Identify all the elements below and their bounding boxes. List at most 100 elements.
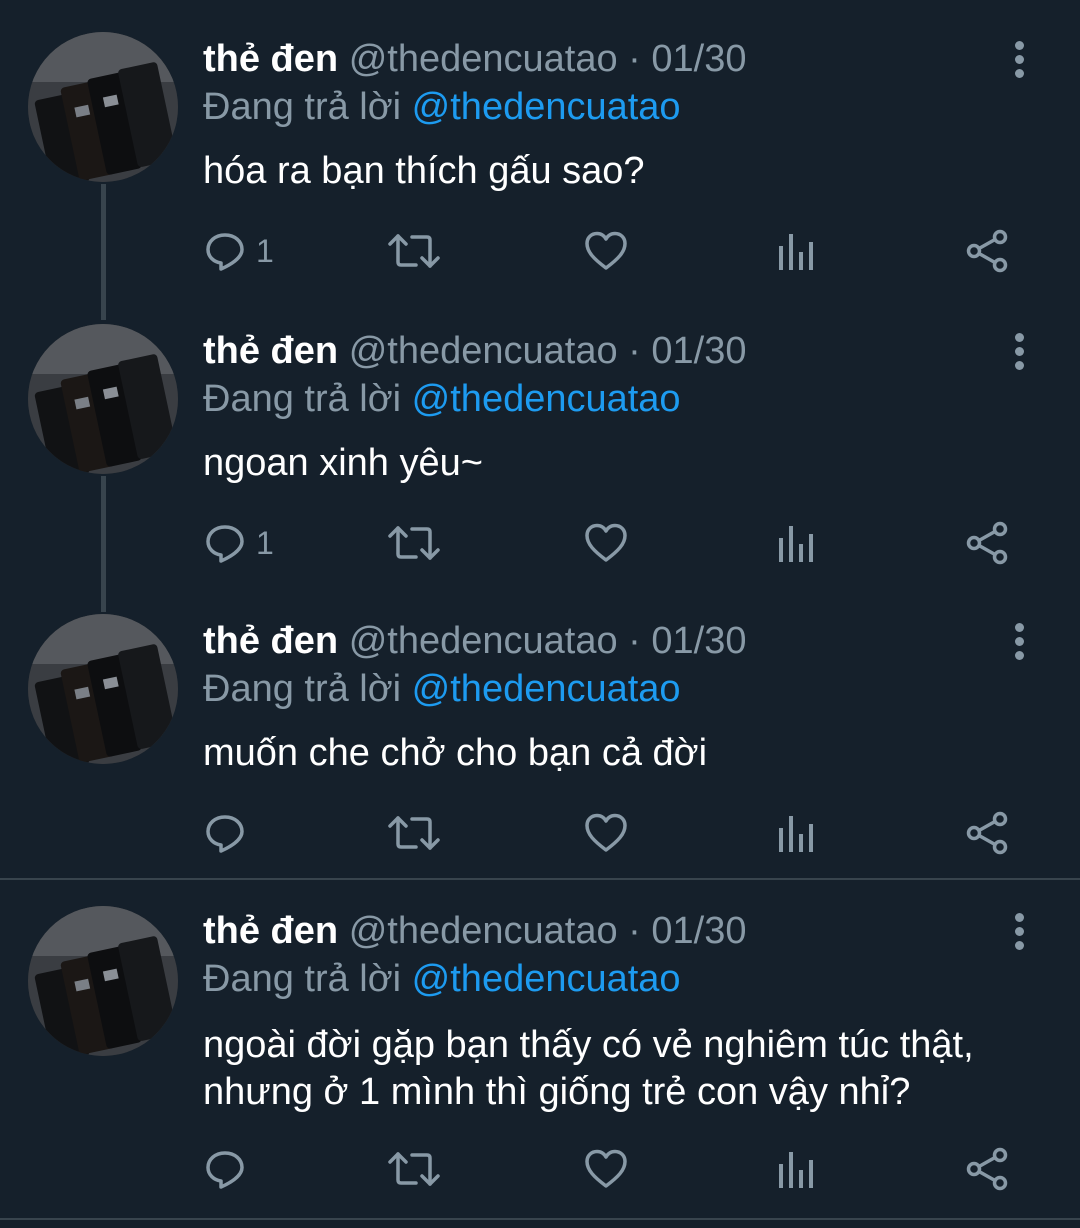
share-icon [966, 1147, 1008, 1191]
more-options-button[interactable] [1006, 36, 1032, 82]
share-icon [966, 229, 1008, 273]
reply-icon [206, 815, 244, 853]
avatar-image [28, 906, 178, 1056]
avatar[interactable] [28, 324, 178, 474]
replying-to-label: Đang trả lời [203, 378, 402, 420]
reply-icon [206, 525, 244, 563]
analytics-icon [779, 526, 813, 562]
share-button[interactable] [965, 808, 1009, 858]
separator: · [628, 330, 641, 372]
more-options-button[interactable] [1006, 908, 1032, 954]
avatar[interactable] [28, 614, 178, 764]
tweet-text: ngoan xinh yêu~ [203, 442, 483, 484]
tweet-header: thẻ đen @thedencuatao · 01/30 [203, 36, 746, 82]
reply-icon [206, 1151, 244, 1189]
tweet-actions: 1 [0, 518, 1080, 568]
share-button[interactable] [965, 226, 1009, 276]
analytics-icon [779, 816, 813, 852]
replying-to: Đang trả lời @thedencuatao [203, 84, 681, 130]
more-vertical-icon [1014, 40, 1024, 50]
timestamp[interactable]: 01/30 [651, 910, 746, 952]
display-name[interactable]: thẻ đen [203, 330, 338, 372]
heart-icon [585, 813, 627, 852]
analytics-icon [779, 234, 813, 270]
tweet-text: ngoài đời gặp bạn thấy có vẻ nghiêm túc … [203, 1024, 974, 1113]
analytics-icon [779, 1152, 813, 1188]
separator: · [628, 620, 641, 662]
tweet[interactable]: thẻ đen @thedencuatao · 01/30 Đang trả l… [0, 0, 1080, 320]
retweet-button[interactable] [386, 226, 442, 276]
display-name[interactable]: thẻ đen [203, 910, 338, 952]
retweet-button[interactable] [386, 808, 442, 858]
reply-button[interactable]: 1 [204, 226, 274, 276]
replying-to-label: Đang trả lời [203, 958, 402, 1000]
tweet-actions [0, 1144, 1080, 1194]
heart-icon [585, 523, 627, 562]
retweet-icon [388, 526, 440, 560]
heart-icon [585, 231, 627, 270]
retweet-button[interactable] [386, 1144, 442, 1194]
more-vertical-icon [1014, 622, 1024, 632]
tweet[interactable]: thẻ đen @thedencuatao · 01/30 Đang trả l… [0, 874, 1080, 1218]
like-button[interactable] [584, 518, 628, 568]
share-button[interactable] [965, 518, 1009, 568]
replying-to: Đang trả lời @thedencuatao [203, 956, 681, 1002]
retweet-icon [388, 816, 440, 850]
tweet[interactable]: thẻ đen @thedencuatao · 01/30 Đang trả l… [0, 292, 1080, 612]
replying-to: Đang trả lời @thedencuatao [203, 666, 681, 712]
mention-link[interactable]: @thedencuatao [412, 378, 681, 420]
username[interactable]: @thedencuatao [349, 910, 618, 952]
more-vertical-icon [1014, 912, 1024, 922]
more-options-button[interactable] [1006, 618, 1032, 664]
tweet-divider [0, 1218, 1080, 1220]
username[interactable]: @thedencuatao [349, 38, 618, 80]
retweet-button[interactable] [386, 518, 442, 568]
replying-to: Đang trả lời @thedencuatao [203, 376, 681, 422]
tweet-text: hóa ra bạn thích gấu sao? [203, 150, 645, 192]
mention-link[interactable]: @thedencuatao [412, 668, 681, 710]
separator: · [628, 38, 641, 80]
like-button[interactable] [584, 1144, 628, 1194]
mention-link[interactable]: @thedencuatao [412, 86, 681, 128]
reply-button[interactable] [204, 1144, 256, 1194]
share-icon [966, 811, 1008, 855]
reply-count: 1 [256, 524, 274, 561]
analytics-button[interactable] [777, 518, 817, 568]
avatar[interactable] [28, 32, 178, 182]
display-name[interactable]: thẻ đen [203, 620, 338, 662]
username[interactable]: @thedencuatao [349, 330, 618, 372]
timestamp[interactable]: 01/30 [651, 620, 746, 662]
avatar-image [28, 614, 178, 764]
reply-icon [206, 233, 244, 271]
tweet-header: thẻ đen @thedencuatao · 01/30 [203, 908, 746, 954]
analytics-button[interactable] [777, 1144, 817, 1194]
like-button[interactable] [584, 808, 628, 858]
timestamp[interactable]: 01/30 [651, 38, 746, 80]
tweet-header: thẻ đen @thedencuatao · 01/30 [203, 328, 746, 374]
reply-button[interactable]: 1 [204, 518, 274, 568]
heart-icon [585, 1149, 627, 1188]
tweet-actions: 1 [0, 226, 1080, 276]
share-icon [966, 521, 1008, 565]
separator: · [628, 910, 641, 952]
like-button[interactable] [584, 226, 628, 276]
retweet-icon [388, 1152, 440, 1186]
mention-link[interactable]: @thedencuatao [412, 958, 681, 1000]
more-vertical-icon [1014, 332, 1024, 342]
avatar-image [28, 324, 178, 474]
tweet-header: thẻ đen @thedencuatao · 01/30 [203, 618, 746, 664]
more-options-button[interactable] [1006, 328, 1032, 374]
analytics-button[interactable] [777, 226, 817, 276]
tweet[interactable]: thẻ đen @thedencuatao · 01/30 Đang trả l… [0, 582, 1080, 878]
replying-to-label: Đang trả lời [203, 86, 402, 128]
analytics-button[interactable] [777, 808, 817, 858]
replying-to-label: Đang trả lời [203, 668, 402, 710]
share-button[interactable] [965, 1144, 1009, 1194]
avatar[interactable] [28, 906, 178, 1056]
tweet-text: muốn che chở cho bạn cả đời [203, 732, 708, 774]
username[interactable]: @thedencuatao [349, 620, 618, 662]
reply-button[interactable] [204, 808, 256, 858]
avatar-image [28, 32, 178, 182]
display-name[interactable]: thẻ đen [203, 38, 338, 80]
timestamp[interactable]: 01/30 [651, 330, 746, 372]
